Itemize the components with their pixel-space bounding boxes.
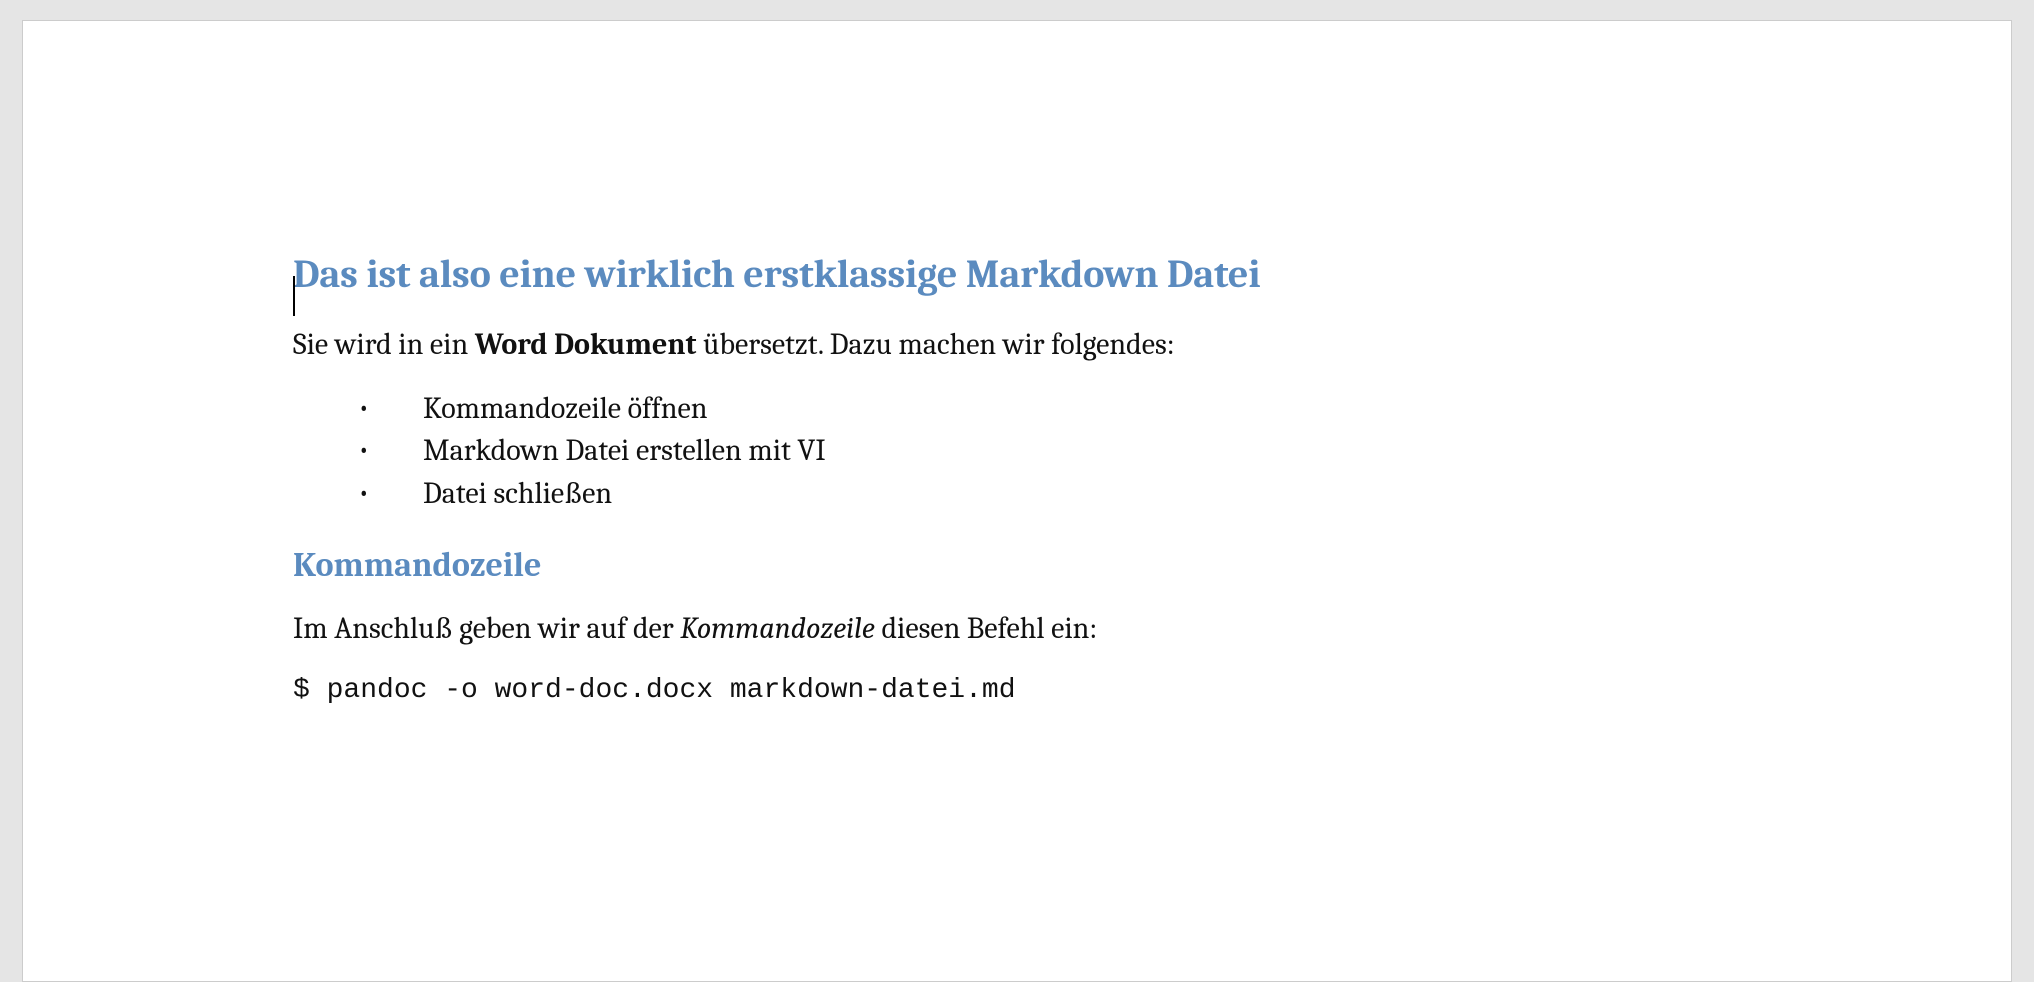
code-line[interactable]: $ pandoc -o word-doc.docx markdown-datei… [293,672,1741,710]
text-run: Im Anschluß geben wir auf der [293,611,680,646]
list-item[interactable]: Datei schließen [293,473,1741,516]
list-item[interactable]: Kommandozeile öffnen [293,388,1741,431]
document-page[interactable]: Das ist also eine wirklich erstklassige … [22,20,2012,982]
paragraph-intro[interactable]: Sie wird in ein Word Dokument übersetzt.… [293,325,1741,366]
paragraph-command[interactable]: Im Anschluß geben wir auf der Kommandoze… [293,609,1741,650]
text-run-bold: Word Dokument [475,327,697,362]
text-cursor [293,276,295,316]
heading-1[interactable]: Das ist also eine wirklich erstklassige … [293,251,1741,297]
text-run: übersetzt. Dazu machen wir folgendes: [696,327,1174,362]
bullet-list[interactable]: Kommandozeile öffnen Markdown Datei erst… [293,388,1741,516]
text-run-italic: Kommandozeile [680,611,875,646]
text-run: Sie wird in ein [293,327,475,362]
list-item[interactable]: Markdown Datei erstellen mit VI [293,430,1741,473]
text-run: diesen Befehl ein: [875,611,1097,646]
heading-2[interactable]: Kommandozeile [293,545,1741,585]
